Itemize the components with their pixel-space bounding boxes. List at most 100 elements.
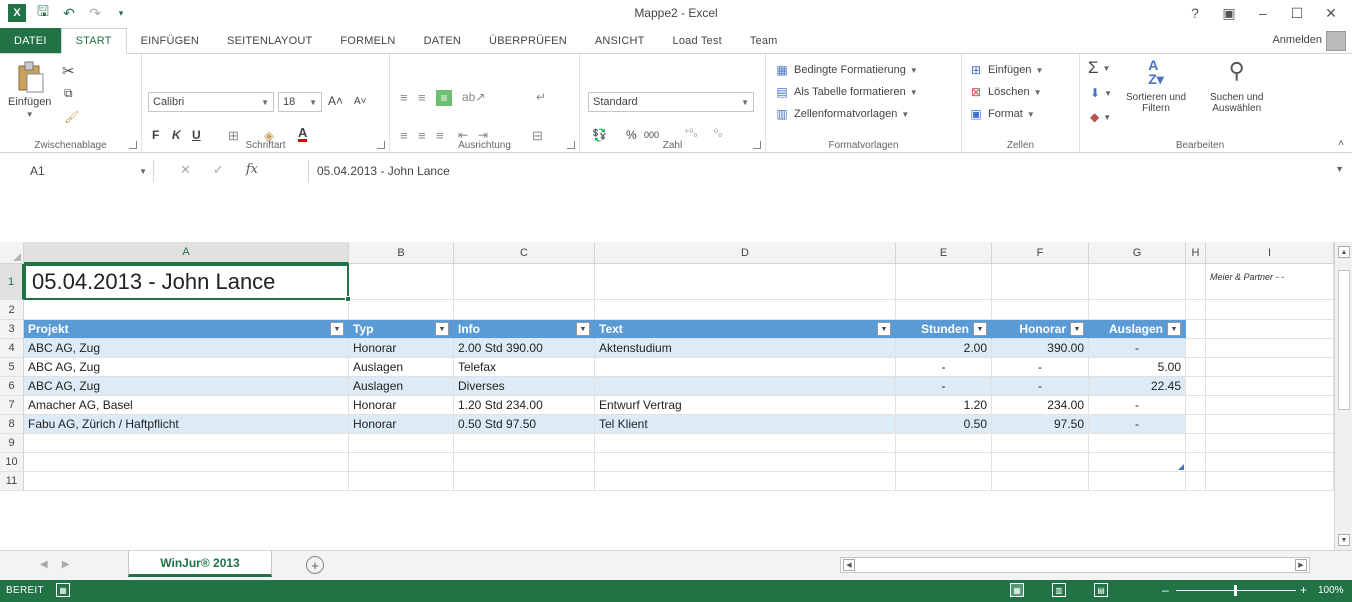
customize-qat-icon[interactable]: ▾ xyxy=(112,4,130,22)
grow-font-button[interactable]: A˄ xyxy=(328,94,343,108)
name-box[interactable]: A1 ▼ xyxy=(24,160,154,182)
grid-cell[interactable] xyxy=(1206,264,1334,300)
dialog-launcher-icon[interactable] xyxy=(129,141,137,149)
row-header-9[interactable]: 9 xyxy=(0,434,24,453)
column-header-f[interactable]: F xyxy=(992,242,1089,264)
table-row-cell[interactable]: 1.20 xyxy=(896,396,992,415)
grid-cell[interactable] xyxy=(1206,339,1334,358)
next-sheet-icon[interactable]: ▶ xyxy=(62,559,70,570)
table-row-cell[interactable]: 1.20 Std 234.00 xyxy=(454,396,595,415)
expand-formula-bar-icon[interactable]: ▼ xyxy=(1335,164,1344,174)
maximize-button[interactable]: ☐ xyxy=(1282,2,1312,24)
grid-cell[interactable] xyxy=(24,300,349,320)
prev-sheet-icon[interactable]: ◀ xyxy=(40,559,48,570)
grid-cell[interactable] xyxy=(595,264,896,300)
tab-team[interactable]: Team xyxy=(736,28,792,54)
table-header-cell[interactable]: Text ▼ xyxy=(595,320,896,339)
grid-cell[interactable] xyxy=(454,453,595,472)
cell-styles-button[interactable]: ▥ Zellenformatvorlagen ▼ xyxy=(774,106,909,122)
paste-button[interactable]: Einfügen ▼ xyxy=(8,60,51,119)
avatar[interactable] xyxy=(1326,31,1346,51)
grid-cell[interactable] xyxy=(1206,320,1334,339)
grid-cell[interactable] xyxy=(896,453,992,472)
column-header-d[interactable]: D xyxy=(595,242,896,264)
insert-cells-button[interactable]: ⊞ Einfügen ▼ xyxy=(968,62,1043,78)
cut-icon[interactable]: ✂ xyxy=(62,62,75,80)
grid-cell[interactable] xyxy=(1206,434,1334,453)
grid-cell[interactable] xyxy=(349,472,454,491)
wrap-text-icon[interactable]: ↵ xyxy=(536,90,546,104)
page-break-view-icon[interactable]: ▤ xyxy=(1094,583,1108,597)
table-row-cell[interactable]: Honorar xyxy=(349,396,454,415)
table-row-cell[interactable]: Diverses xyxy=(454,377,595,396)
enter-icon[interactable]: ✓ xyxy=(213,162,224,178)
filter-dropdown-icon[interactable]: ▼ xyxy=(1167,322,1181,336)
shrink-font-button[interactable]: A˅ xyxy=(354,96,367,107)
row-header-8[interactable]: 8 xyxy=(0,415,24,434)
row-header-4[interactable]: 4 xyxy=(0,339,24,358)
grid-cell[interactable] xyxy=(992,472,1089,491)
grid-cell[interactable] xyxy=(454,472,595,491)
excel-logo-icon[interactable]: X xyxy=(8,4,26,22)
select-all-corner[interactable] xyxy=(0,242,24,264)
row-header-10[interactable]: 10 xyxy=(0,453,24,472)
scroll-down-icon[interactable]: ▼ xyxy=(1338,534,1350,546)
tab-seitenlayout[interactable]: SEITENLAYOUT xyxy=(213,28,326,54)
row-header-1[interactable]: 1 xyxy=(0,264,24,300)
table-row-cell[interactable]: Tel Klient xyxy=(595,415,896,434)
row-header-6[interactable]: 6 xyxy=(0,377,24,396)
grid-cell[interactable] xyxy=(1186,415,1206,434)
grid-cell[interactable] xyxy=(595,472,896,491)
grid-cell[interactable] xyxy=(1089,300,1186,320)
minimize-button[interactable]: – xyxy=(1248,2,1278,24)
ribbon-display-options-icon[interactable]: ▣ xyxy=(1214,2,1244,24)
grid-cell[interactable] xyxy=(896,434,992,453)
grid-cell[interactable] xyxy=(454,264,595,300)
table-row-cell[interactable]: 390.00 xyxy=(992,339,1089,358)
scroll-right-icon[interactable]: ▶ xyxy=(1295,559,1307,571)
zoom-slider-thumb[interactable] xyxy=(1234,585,1237,596)
grid-cell[interactable] xyxy=(992,264,1089,300)
filter-dropdown-icon[interactable]: ▼ xyxy=(576,322,590,336)
table-row-cell[interactable] xyxy=(595,358,896,377)
sheet-tab-winjur[interactable]: WinJur® 2013 xyxy=(128,551,272,577)
redo-icon[interactable]: ↷ xyxy=(86,4,104,22)
scroll-left-icon[interactable]: ◀ xyxy=(843,559,855,571)
table-header-cell[interactable]: Stunden ▼ xyxy=(896,320,992,339)
table-row-cell[interactable]: - xyxy=(992,377,1089,396)
align-top-icon[interactable]: ≡ xyxy=(400,90,408,105)
tab-einfuegen[interactable]: EINFÜGEN xyxy=(127,28,213,54)
table-row-cell[interactable]: 234.00 xyxy=(992,396,1089,415)
column-header-c[interactable]: C xyxy=(454,242,595,264)
grid-cell[interactable] xyxy=(349,453,454,472)
save-icon[interactable]: 🖫 xyxy=(34,3,52,22)
table-row-cell[interactable]: ABC AG, Zug xyxy=(24,339,349,358)
row-header-5[interactable]: 5 xyxy=(0,358,24,377)
table-header-cell[interactable]: Typ ▼ xyxy=(349,320,454,339)
row-header-3[interactable]: 3 xyxy=(0,320,24,339)
filter-dropdown-icon[interactable]: ▼ xyxy=(330,322,344,336)
table-row-cell[interactable]: 2.00 xyxy=(896,339,992,358)
filter-dropdown-icon[interactable]: ▼ xyxy=(973,322,987,336)
grid-cell[interactable] xyxy=(1186,300,1206,320)
decrease-decimal-button[interactable]: ⁰₀ xyxy=(714,128,722,139)
autosum-icon[interactable]: Σ ▼ xyxy=(1088,58,1110,78)
column-header-g[interactable]: G xyxy=(1089,242,1186,264)
vertical-scrollbar[interactable]: ▲ ▼ xyxy=(1334,242,1352,550)
insert-function-icon[interactable]: fx xyxy=(246,162,258,178)
grid-cell[interactable] xyxy=(1206,415,1334,434)
grid-cell[interactable] xyxy=(896,472,992,491)
table-row-cell[interactable]: - xyxy=(896,377,992,396)
table-row-cell[interactable]: 0.50 xyxy=(896,415,992,434)
grid-cell[interactable] xyxy=(1206,377,1334,396)
grid-cell[interactable] xyxy=(1186,453,1206,472)
column-header-e[interactable]: E xyxy=(896,242,992,264)
macro-record-icon[interactable]: ▦ xyxy=(56,583,70,597)
tab-load-test[interactable]: Load Test xyxy=(659,28,736,54)
format-cells-button[interactable]: ▣ Format ▼ xyxy=(968,106,1034,122)
grid-cell[interactable] xyxy=(1186,472,1206,491)
grid-cell[interactable] xyxy=(1186,358,1206,377)
table-row-cell[interactable]: 5.00 xyxy=(1089,358,1186,377)
filter-dropdown-icon[interactable]: ▼ xyxy=(877,322,891,336)
find-select-button[interactable]: ⚲ Suchen und Auswählen xyxy=(1210,58,1263,114)
